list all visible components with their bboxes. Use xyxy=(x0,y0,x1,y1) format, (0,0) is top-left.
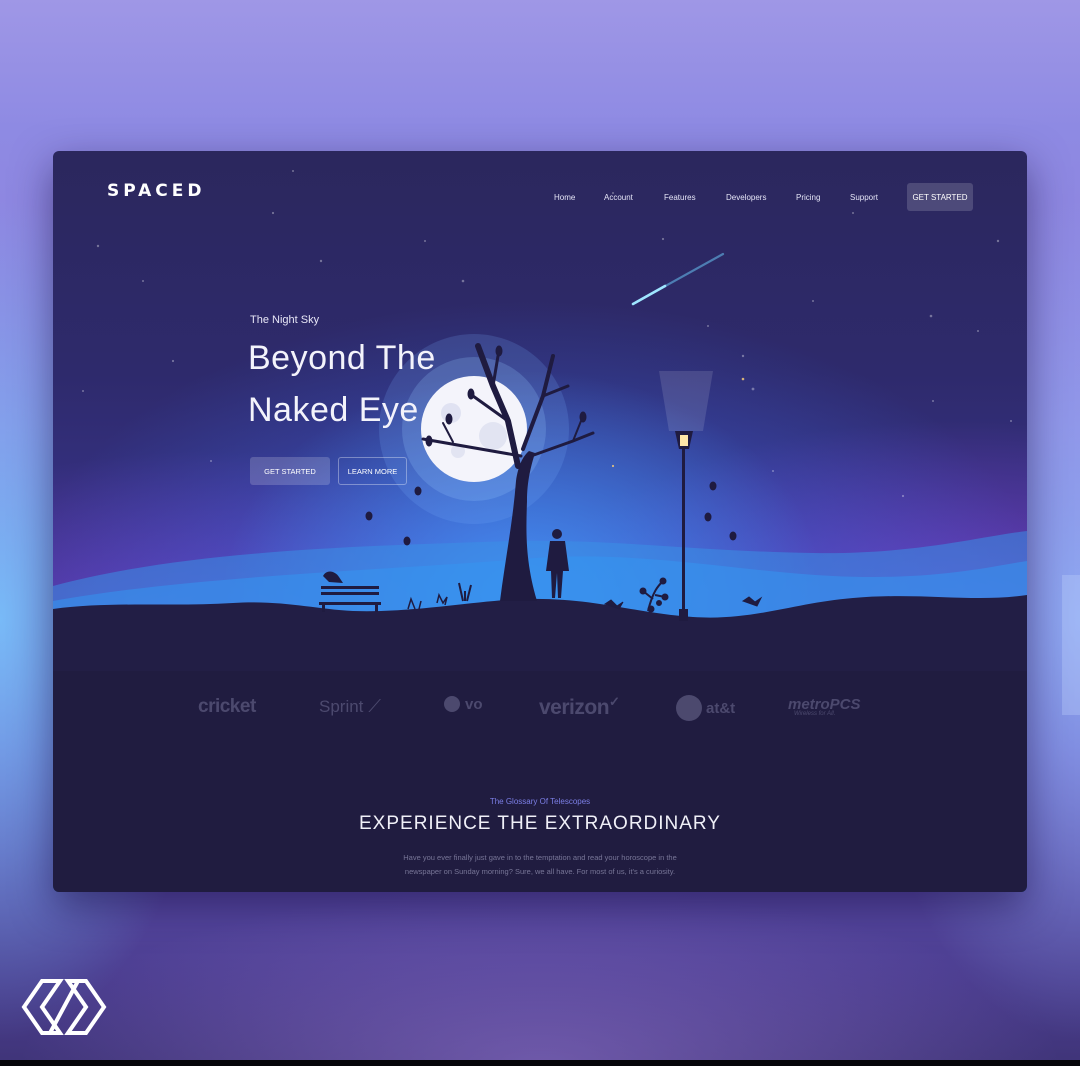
hero-learn-more-button[interactable]: LEARN MORE xyxy=(338,457,407,485)
section-description-line-2: newspaper on Sunday morning? Sure, we al… xyxy=(404,867,676,876)
side-tab xyxy=(1062,575,1080,715)
hero-get-started-button[interactable]: GET STARTED xyxy=(250,457,330,485)
nav-developers[interactable]: Developers xyxy=(726,193,766,202)
brand-logo[interactable]: SPACED xyxy=(107,181,206,201)
nav-get-started-button[interactable]: GET STARTED xyxy=(907,183,973,211)
verizon-logo-icon: verizon✓ xyxy=(539,694,620,719)
vo-logo-icon: vo xyxy=(444,696,483,713)
nav-pricing[interactable]: Pricing xyxy=(796,193,820,202)
partner-logos: cricket Sprint ⟋ vo verizon✓ at&t metroP… xyxy=(53,686,1027,726)
cricket-logo-icon: cricket xyxy=(198,696,256,717)
section-title: EXPERIENCE THE EXTRAORDINARY xyxy=(359,813,721,834)
hero-title-line-1: Beyond The xyxy=(248,339,436,377)
section-eyebrow: The Glossary Of Telescopes xyxy=(489,797,591,806)
section-description-line-1: Have you ever finally just gave in to th… xyxy=(403,853,677,862)
landing-page-card: SPACED Home Account Features Developers … xyxy=(53,151,1027,892)
nav-home[interactable]: Home xyxy=(554,193,575,202)
att-globe-icon: at&t xyxy=(676,695,735,721)
vo-wordmark: vo xyxy=(465,696,483,713)
bottom-bar xyxy=(0,1060,1080,1066)
corner-brand-icon xyxy=(21,979,107,1035)
section-description: Have you ever finally just gave in to th… xyxy=(383,851,697,879)
att-wordmark: at&t xyxy=(706,700,736,717)
nav-features[interactable]: Features xyxy=(664,193,696,202)
nav-support[interactable]: Support xyxy=(850,193,878,202)
hero-title-line-2: Naked Eye xyxy=(248,391,419,429)
verizon-wordmark: verizon xyxy=(539,696,610,719)
hero-eyebrow: The Night Sky xyxy=(250,314,320,326)
nav-account[interactable]: Account xyxy=(604,193,633,202)
sprint-logo-icon: Sprint ⟋ xyxy=(319,696,382,716)
hero-illustration xyxy=(53,170,1027,892)
hero-title: Beyond The Naked Eye xyxy=(248,332,468,436)
sprint-wordmark: Sprint xyxy=(319,697,364,716)
metropcs-logo-icon: metroPCS Wireless for All. xyxy=(788,696,861,717)
